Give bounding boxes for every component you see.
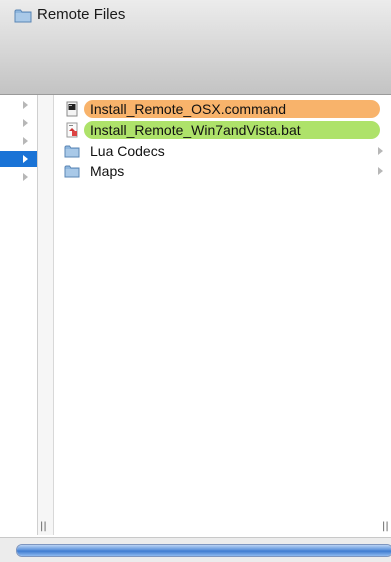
file-item-install-remote-osx[interactable]: Install_Remote_OSX.command bbox=[62, 100, 389, 118]
disclosure-triangle-icon bbox=[23, 119, 28, 127]
disclosure-triangle-icon bbox=[23, 173, 28, 181]
column-divider: || bbox=[38, 95, 54, 535]
parent-column-row-selected[interactable] bbox=[0, 151, 37, 167]
disclosure-triangle-icon bbox=[378, 147, 383, 155]
file-item-label: Maps bbox=[90, 163, 125, 179]
disclosure-triangle-icon bbox=[23, 101, 28, 109]
folder-item-maps[interactable]: Maps bbox=[62, 162, 389, 180]
horizontal-scrollbar[interactable] bbox=[16, 544, 391, 557]
bat-file-icon bbox=[66, 122, 78, 138]
folder-icon bbox=[64, 165, 80, 178]
parent-column-row[interactable] bbox=[0, 97, 37, 113]
parent-column-row[interactable] bbox=[0, 115, 37, 131]
disclosure-triangle-icon bbox=[23, 155, 28, 163]
folder-icon bbox=[64, 145, 80, 158]
file-item-install-remote-win[interactable]: Install_Remote_Win7andVista.bat bbox=[62, 121, 389, 139]
terminal-file-icon bbox=[66, 101, 78, 117]
file-item-label: Install_Remote_OSX.command bbox=[90, 101, 287, 117]
file-item-label: Install_Remote_Win7andVista.bat bbox=[90, 122, 301, 138]
parent-column-row[interactable] bbox=[0, 133, 37, 149]
parent-column[interactable] bbox=[0, 95, 38, 535]
disclosure-triangle-icon bbox=[378, 167, 383, 175]
window-titlebar: Remote Files bbox=[0, 0, 391, 95]
file-column[interactable]: Install_Remote_OSX.command Install_Remot… bbox=[54, 95, 391, 535]
column-resize-handle[interactable]: || bbox=[382, 521, 389, 532]
parent-column-row[interactable] bbox=[0, 169, 37, 185]
column-resize-handle[interactable]: || bbox=[40, 521, 47, 532]
disclosure-triangle-icon bbox=[23, 137, 28, 145]
scrollbar-area bbox=[0, 537, 391, 562]
folder-icon bbox=[14, 9, 32, 23]
file-item-label: Lua Codecs bbox=[90, 143, 165, 159]
window-title: Remote Files bbox=[37, 6, 126, 23]
scrollbar-thumb[interactable] bbox=[17, 545, 391, 556]
folder-item-lua-codecs[interactable]: Lua Codecs bbox=[62, 142, 389, 160]
